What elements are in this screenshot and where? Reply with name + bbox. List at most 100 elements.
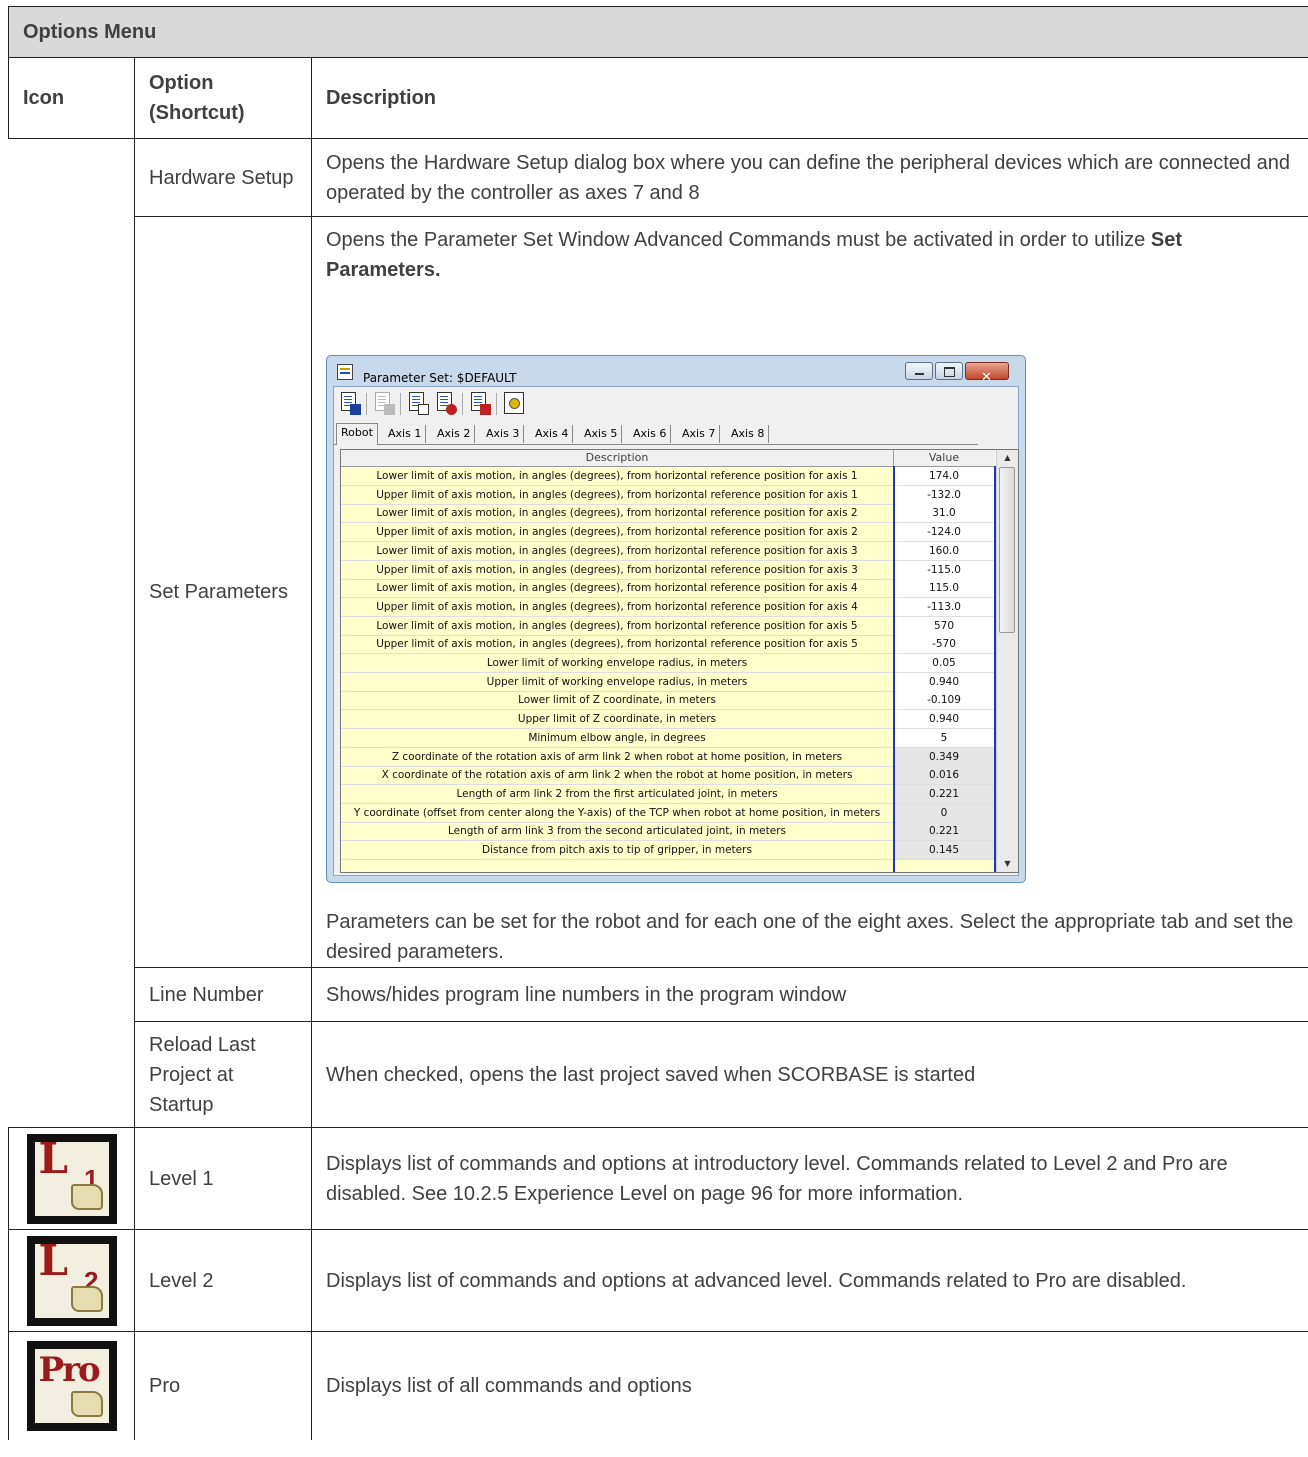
save-disabled-icon[interactable] xyxy=(372,391,396,417)
param-value[interactable]: -115.0 xyxy=(894,560,994,580)
table-row[interactable]: Lower limit of axis motion, in angles (d… xyxy=(341,541,995,561)
param-value[interactable]: -124.0 xyxy=(894,523,994,543)
table-row[interactable]: X coordinate of the rotation axis of arm… xyxy=(341,766,995,786)
tab-axis-6[interactable]: Axis 6 xyxy=(629,425,672,443)
table-title: Options Menu xyxy=(8,6,1308,58)
param-description: Lower limit of axis motion, in angles (d… xyxy=(341,616,894,636)
tab-axis-3[interactable]: Axis 3 xyxy=(482,425,525,443)
param-value[interactable]: 0.940 xyxy=(894,672,994,692)
settings-icon[interactable] xyxy=(502,391,526,417)
param-description: Upper limit of axis motion, in angles (d… xyxy=(341,560,894,580)
param-value[interactable]: -113.0 xyxy=(894,597,994,617)
scroll-up-icon[interactable]: ▲ xyxy=(997,450,1018,466)
param-description: Distance from pitch axis to tip of gripp… xyxy=(341,841,894,860)
param-value[interactable]: -132.0 xyxy=(894,485,994,505)
table-row[interactable]: Lower limit of axis motion, in angles (d… xyxy=(341,616,995,636)
param-value[interactable]: 570 xyxy=(894,616,994,636)
close-button[interactable] xyxy=(965,362,1009,393)
param-value[interactable]: 31.0 xyxy=(894,504,994,524)
table-row: Reload Last Project at Startup When chec… xyxy=(9,1021,1308,1128)
param-value[interactable]: 115.0 xyxy=(894,579,994,599)
tab-bar: Robot Axis 1 Axis 2 Axis 3 Axis 4 Axis 5 Axis … xyxy=(334,423,1018,445)
param-description: Z coordinate of the rotation axis of arm… xyxy=(341,747,894,767)
tab-axis-4[interactable]: Axis 4 xyxy=(531,425,574,443)
param-value[interactable]: -570 xyxy=(894,635,994,655)
level-1-icon: L1 xyxy=(26,1133,117,1224)
table-row[interactable]: Lower limit of working envelope radius, … xyxy=(341,654,995,673)
table-row: Set Parameters Opens the Parameter Set W… xyxy=(9,216,1308,968)
table-row[interactable]: Upper limit of axis motion, in angles (d… xyxy=(341,597,995,617)
description-level-1: Displays list of commands and options at… xyxy=(311,1127,1308,1230)
description-hardware-setup: Opens the Hardware Setup dialog box wher… xyxy=(311,138,1308,217)
param-description: Lower limit of axis motion, in angles (d… xyxy=(341,579,894,599)
description-set-parameters-text: Opens the Parameter Set Window Advanced … xyxy=(326,229,1151,251)
param-value[interactable]: 174.0 xyxy=(894,467,994,486)
toolbar xyxy=(334,387,1018,423)
tab-axis-1[interactable]: Axis 1 xyxy=(384,425,427,443)
scroll-down-icon[interactable]: ▼ xyxy=(997,856,1018,872)
param-description: Upper limit of axis motion, in angles (d… xyxy=(341,597,894,617)
table-row[interactable]: Lower limit of axis motion, in angles (d… xyxy=(341,504,995,524)
table-row[interactable]: Z coordinate of the rotation axis of arm… xyxy=(341,747,995,767)
table-row[interactable]: Lower limit of axis motion, in angles (d… xyxy=(341,579,995,599)
description-set-parameters-note: Parameters can be set for the robot and … xyxy=(326,911,1294,963)
grid-header: Description Value xyxy=(341,450,995,467)
table-row[interactable]: Lower limit of Z coordinate, in meters -0… xyxy=(341,691,995,711)
table-row[interactable]: Upper limit of Z coordinate, in meters 0.… xyxy=(341,710,995,730)
param-value[interactable]: 5 xyxy=(894,728,994,748)
parameter-grid: Description Value Lower limit of axis mo… xyxy=(340,449,1019,873)
description-set-parameters: Opens the Parameter Set Window Advanced … xyxy=(311,216,1308,968)
table-row[interactable]: Upper limit of working envelope radius, … xyxy=(341,672,995,692)
table-row: L1 Level 1 Displays list of commands and… xyxy=(8,1127,1308,1230)
param-description: Upper limit of working envelope radius, … xyxy=(341,672,894,692)
param-description: Lower limit of Z coordinate, in meters xyxy=(341,691,894,711)
param-value[interactable]: 0.016 xyxy=(894,766,994,786)
table-row[interactable]: Length of arm link 3 from the second art… xyxy=(341,822,995,842)
table-row: Pro Pro Displays list of all commands an… xyxy=(8,1331,1308,1440)
table-row: Hardware Setup Opens the Hardware Setup … xyxy=(8,138,1308,1128)
param-value[interactable]: -0.109 xyxy=(894,691,994,711)
option-reload-last-project: Reload Last Project at Startup xyxy=(134,1021,312,1128)
table-row[interactable]: Minimum elbow angle, in degrees 5 xyxy=(341,728,995,748)
param-value[interactable]: 160.0 xyxy=(894,541,994,561)
column-value: Value xyxy=(928,451,960,464)
description-level-2: Displays list of commands and options at… xyxy=(311,1229,1308,1332)
tab-axis-2[interactable]: Axis 2 xyxy=(433,425,476,443)
tab-robot[interactable]: Robot xyxy=(336,423,378,445)
param-description: Minimum elbow angle, in degrees xyxy=(341,728,894,748)
table-row[interactable]: Upper limit of axis motion, in angles (d… xyxy=(341,523,995,543)
load-save-icon[interactable] xyxy=(338,391,362,417)
tab-axis-8[interactable]: Axis 8 xyxy=(727,425,770,443)
export-icon[interactable] xyxy=(468,391,492,417)
column-description: Description xyxy=(341,450,894,466)
table-row[interactable]: Y coordinate (offset from center along t… xyxy=(341,803,995,823)
table-row[interactable]: Length of arm link 2 from the first arti… xyxy=(341,784,995,804)
tab-axis-5[interactable]: Axis 5 xyxy=(580,425,623,443)
param-value[interactable]: 0.221 xyxy=(894,822,994,842)
param-description: Length of arm link 2 from the first arti… xyxy=(341,784,894,804)
table-row[interactable]: Upper limit of axis motion, in angles (d… xyxy=(341,485,995,505)
param-value[interactable]: 0 xyxy=(894,803,994,823)
copy-icon[interactable] xyxy=(406,391,430,417)
table-row[interactable]: Distance from pitch axis to tip of gripp… xyxy=(341,841,995,860)
param-description: Upper limit of Z coordinate, in meters xyxy=(341,710,894,730)
option-line-number: Line Number xyxy=(134,967,312,1022)
table-row: Line Number Shows/hides program line num… xyxy=(9,967,1308,1022)
param-value[interactable]: 0.940 xyxy=(894,710,994,730)
param-value[interactable]: 0.349 xyxy=(894,747,994,767)
param-value[interactable]: 0.221 xyxy=(894,784,994,804)
scroll-thumb[interactable] xyxy=(999,467,1015,633)
vertical-scrollbar[interactable]: ▲ ▼ xyxy=(996,450,1018,872)
maximize-button[interactable] xyxy=(935,362,963,380)
window-titlebar: Parameter Set: $DEFAULT xyxy=(327,356,1025,393)
table-row[interactable]: Lower limit of axis motion, in angles (d… xyxy=(341,467,995,486)
import-icon[interactable] xyxy=(434,391,458,417)
param-value[interactable]: 0.05 xyxy=(894,654,994,673)
param-value[interactable]: 0.145 xyxy=(894,841,994,860)
table-row[interactable]: Upper limit of axis motion, in angles (d… xyxy=(341,560,995,580)
options-menu-table: Options Menu Icon Option (Shortcut) Desc… xyxy=(8,6,1308,1440)
table-row[interactable]: Upper limit of axis motion, in angles (d… xyxy=(341,635,995,655)
param-description: Lower limit of axis motion, in angles (d… xyxy=(341,504,894,524)
minimize-button[interactable] xyxy=(905,362,933,380)
tab-axis-7[interactable]: Axis 7 xyxy=(678,425,721,443)
